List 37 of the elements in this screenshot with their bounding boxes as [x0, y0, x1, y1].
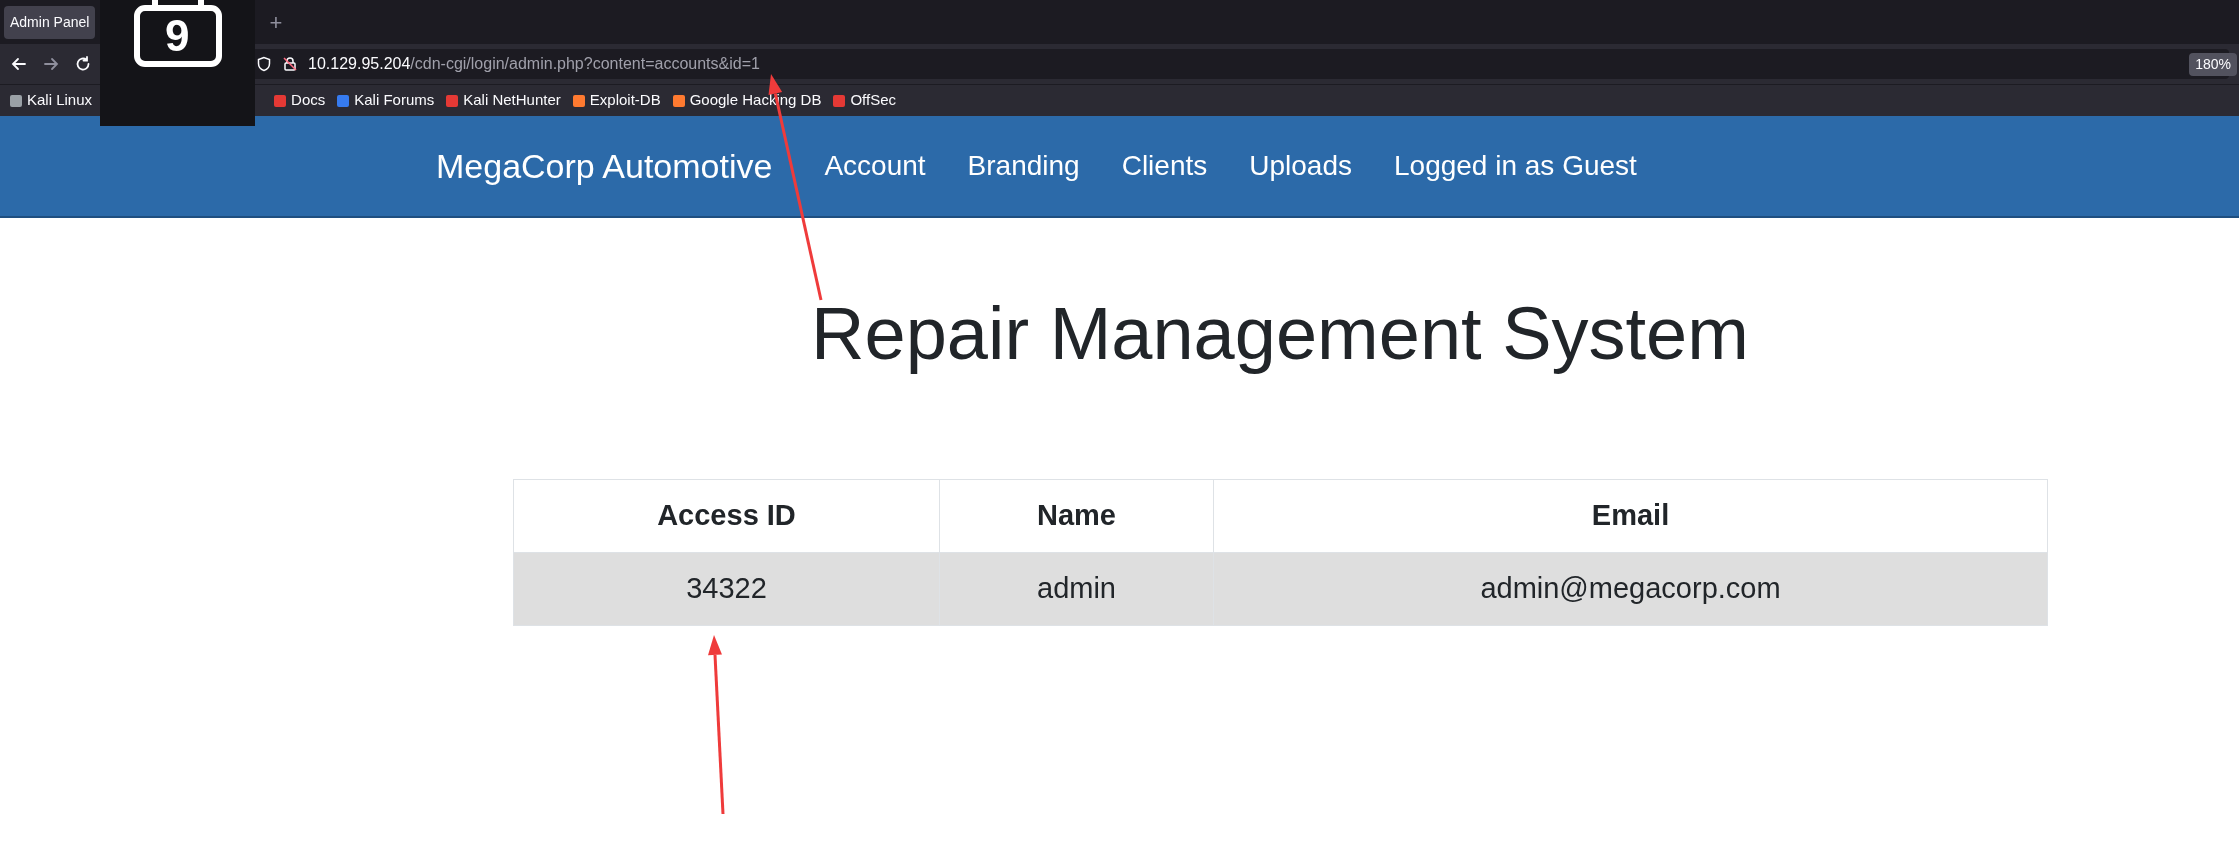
bookmark-favicon-icon — [833, 94, 846, 107]
nav-link[interactable]: Uploads — [1249, 145, 1352, 187]
bookmark[interactable]: Kali NetHunter — [446, 89, 561, 112]
bookmark[interactable]: OffSec — [833, 89, 896, 112]
table-cell: 34322 — [513, 552, 940, 626]
bookmark-favicon-icon — [672, 94, 685, 107]
bookmark-favicon-icon — [10, 94, 22, 107]
reload-icon[interactable] — [74, 55, 92, 73]
table-cell: admin@megacorp.com — [1213, 552, 2048, 626]
nav-link[interactable]: Clients — [1121, 145, 1208, 187]
back-arrow-icon[interactable] — [10, 55, 28, 73]
browser-tab[interactable]: Admin Panel — [4, 5, 96, 39]
forward-arrow-icon[interactable] — [42, 55, 60, 73]
column-header: Access ID — [513, 479, 940, 553]
nav-link[interactable]: Branding — [967, 145, 1080, 187]
new-tab-button[interactable]: + — [263, 4, 289, 40]
column-header: Email — [1213, 479, 2048, 553]
bookmark[interactable]: Kali Linux — [10, 89, 93, 112]
bookmark-favicon-icon — [572, 94, 585, 107]
insecure-lock-icon — [282, 56, 298, 72]
shield-icon — [256, 56, 272, 72]
bookmark-favicon-icon — [337, 94, 350, 107]
zoom-level[interactable]: 180% — [2189, 52, 2237, 76]
bookmark[interactable]: Exploit-DB — [572, 89, 661, 112]
bookmark-favicon-icon — [274, 94, 287, 107]
column-header: Name — [939, 479, 1214, 553]
nav-link[interactable]: Account — [824, 145, 926, 187]
brand-link[interactable]: MegaCorp Automotive — [436, 140, 773, 192]
page-title: Repair Management System — [810, 291, 1750, 377]
table-cell: admin — [939, 552, 1214, 626]
calendar-icon — [132, 0, 223, 68]
bookmark[interactable]: Kali Forums — [337, 89, 435, 112]
nav-link[interactable]: Logged in as Guest — [1394, 145, 1637, 187]
bookmark-favicon-icon — [446, 94, 459, 107]
bookmark[interactable]: Docs — [274, 89, 326, 112]
overlay-digit: 9 — [165, 14, 190, 58]
url-text: 10.129.95.204/cdn-cgi/login/admin.php?content=accounts&id=1 — [308, 54, 760, 74]
